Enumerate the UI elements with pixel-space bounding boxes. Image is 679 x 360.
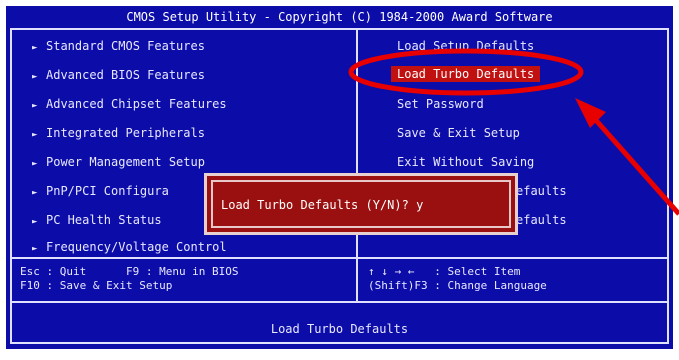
menu-item-pc-health-status[interactable]: ► PC Health Status — [32, 213, 162, 227]
help-keys-left: Esc : Quit F9 : Menu in BIOS F10 : Save … — [20, 265, 239, 292]
menu-item-pnp-pci-configurations[interactable]: ► PnP/PCI Configura — [32, 184, 169, 198]
menu-divider — [10, 257, 669, 259]
menu-item-label: Advanced Chipset Features — [46, 97, 227, 111]
menu-item-load-turbo-defaults[interactable]: Load Turbo Defaults — [391, 66, 541, 82]
arrow-right-icon: ► — [32, 159, 38, 169]
menu-item-label: Frequency/Voltage Control — [46, 240, 227, 254]
menu-item-power-management-setup[interactable]: ► Power Management Setup — [32, 155, 205, 169]
menu-item-label: Advanced BIOS Features — [46, 68, 205, 82]
arrow-right-icon: ► — [32, 217, 38, 227]
arrow-right-icon: ► — [32, 188, 38, 198]
dialog-prompt[interactable]: Load Turbo Defaults (Y/N)? y — [221, 198, 423, 212]
menu-item-standard-cmos-features[interactable]: ► Standard CMOS Features — [32, 39, 205, 53]
menu-item-label: Power Management Setup — [46, 155, 205, 169]
arrow-right-icon: ► — [32, 244, 38, 254]
help-divider — [356, 257, 358, 302]
status-bar: Load Turbo Defaults — [270, 322, 409, 336]
menu-item-save-exit-setup[interactable]: Save & Exit Setup — [397, 126, 520, 140]
arrow-right-icon: ► — [32, 130, 38, 140]
menu-item-label: Standard CMOS Features — [46, 39, 205, 53]
arrow-right-icon: ► — [32, 72, 38, 82]
help-keys-right: ↑ ↓ → ← : Select Item (Shift)F3 : Change… — [368, 265, 547, 292]
menu-item-load-setup-defaults[interactable]: Load Setup Defaults — [397, 39, 534, 53]
help-divider-bottom — [10, 301, 669, 303]
menu-item-label: PC Health Status — [46, 213, 162, 227]
arrow-right-icon: ► — [32, 43, 38, 53]
menu-item-advanced-chipset-features[interactable]: ► Advanced Chipset Features — [32, 97, 227, 111]
menu-item-label: Integrated Peripherals — [46, 126, 205, 140]
menu-item-advanced-bios-features[interactable]: ► Advanced BIOS Features — [32, 68, 205, 82]
menu-item-exit-without-saving[interactable]: Exit Without Saving — [397, 155, 534, 169]
confirm-dialog[interactable]: Load Turbo Defaults (Y/N)? y — [204, 173, 518, 235]
menu-item-partial-defaults-2[interactable]: efaults — [516, 213, 567, 227]
menu-item-label: PnP/PCI Configura — [46, 184, 169, 198]
menu-item-partial-defaults-1[interactable]: efaults — [516, 184, 567, 198]
menu-item-frequency-voltage-control[interactable]: ► Frequency/Voltage Control — [32, 240, 227, 254]
bios-setup-utility: CMOS Setup Utility - Copyright (C) 1984-… — [6, 6, 673, 349]
bios-screen: CMOS Setup Utility - Copyright (C) 1984-… — [0, 0, 679, 360]
arrow-right-icon: ► — [32, 101, 38, 111]
menu-item-integrated-peripherals[interactable]: ► Integrated Peripherals — [32, 126, 205, 140]
menu-item-set-password[interactable]: Set Password — [397, 97, 484, 111]
window-title: CMOS Setup Utility - Copyright (C) 1984-… — [126, 10, 553, 24]
